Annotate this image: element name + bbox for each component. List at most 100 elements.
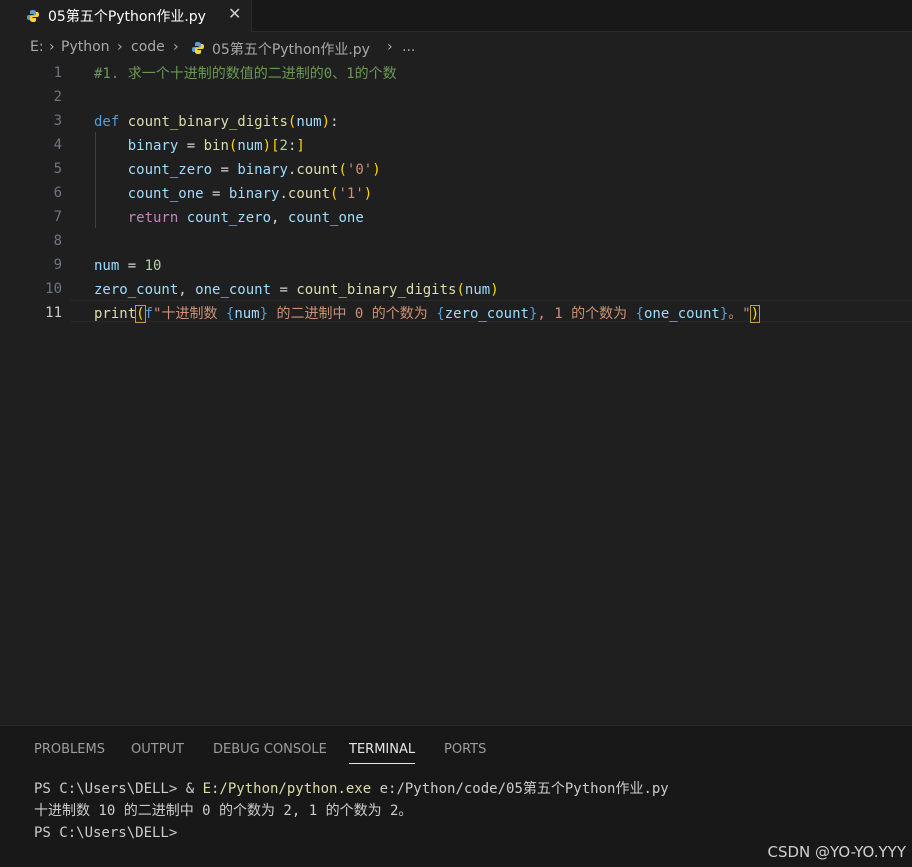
breadcrumb-separator-icon: › (387, 39, 393, 55)
tab-ports[interactable]: PORTS (444, 742, 486, 757)
code-token: ( (338, 162, 347, 178)
code-token: print (94, 306, 137, 322)
code-line[interactable]: 6 count_one = binary.count('1') (0, 182, 912, 206)
python-file-icon (26, 8, 40, 27)
code-token: one_count (643, 306, 720, 322)
code-token: count_binary_digits (296, 282, 457, 298)
code-token: count (287, 186, 331, 202)
code-token: { (635, 306, 644, 322)
line-number: 4 (53, 137, 62, 153)
line-number: 9 (53, 257, 62, 273)
code-token: , (178, 282, 196, 298)
code-token: binary (237, 162, 288, 178)
breadcrumb-separator-icon: › (173, 39, 179, 55)
code-token: = (119, 258, 145, 274)
code-line[interactable]: 4 binary = bin(num)[2:] (0, 134, 912, 158)
bottom-panel: PROBLEMS OUTPUT DEBUG CONSOLE TERMINAL P… (0, 725, 912, 867)
code-token: ( (456, 282, 465, 298)
tab-filename: 05第五个Python作业.py (48, 9, 206, 25)
code-token: ) (372, 162, 381, 178)
breadcrumb-separator-icon: › (117, 39, 123, 55)
breadcrumb-folder-python[interactable]: Python (61, 39, 110, 55)
code-token: num (94, 258, 120, 274)
code-token: count_zero (127, 162, 213, 178)
code-token: 。" (728, 306, 751, 322)
code-token: ) (749, 305, 761, 323)
code-token: return (127, 210, 179, 226)
code-token: num (237, 138, 263, 154)
line-number: 8 (53, 233, 62, 249)
line-number: 10 (45, 281, 62, 297)
code-token: = (178, 138, 204, 154)
code-token: count_one (127, 186, 204, 202)
code-token: count_zero (186, 210, 272, 226)
code-line[interactable]: 11 print(f"十进制数 {num} 的二进制中 0 的个数为 {zero… (0, 302, 912, 326)
tab-terminal[interactable]: TERMINAL (349, 742, 416, 764)
code-token: def (94, 114, 120, 130)
code-token: count_binary_digits (127, 114, 288, 130)
breadcrumb-drive[interactable]: E: (30, 39, 44, 55)
code-token: , (271, 210, 288, 226)
code-line[interactable]: 3 def count_binary_digits(num): (0, 110, 912, 134)
tab-problems[interactable]: PROBLEMS (34, 742, 105, 757)
code-token: ) (490, 282, 499, 298)
code-token: , 1 的个数为 (537, 306, 636, 322)
code-token: '1' (338, 186, 364, 202)
code-token: : (330, 114, 339, 130)
line-number: 5 (53, 161, 62, 177)
code-token: binary (228, 186, 280, 202)
terminal-prompt: PS C:\Users\DELL> (34, 781, 186, 797)
python-file-icon (191, 41, 205, 59)
code-token: f (144, 306, 154, 322)
code-token: num (464, 282, 491, 298)
code-line[interactable]: 1 #1. 求一个十进制的数值的二进制的0、1的个数 (0, 62, 912, 86)
code-line[interactable]: 5 count_zero = binary.count('0') (0, 158, 912, 182)
code-token: ) (262, 138, 272, 154)
code-token: = (203, 186, 229, 202)
breadcrumb-more[interactable]: ... (402, 39, 415, 55)
code-token: ( (135, 305, 146, 323)
tab-output[interactable]: OUTPUT (131, 742, 184, 757)
line-number: 3 (53, 113, 62, 129)
code-line[interactable]: 10 zero_count, one_count = count_binary_… (0, 278, 912, 302)
line-number: 1 (53, 65, 62, 81)
code-token: ] (296, 138, 305, 154)
code-token: [ (271, 138, 280, 154)
code-token: } (259, 306, 269, 322)
code-token: '0' (346, 162, 373, 178)
code-line[interactable]: 8 (0, 230, 912, 254)
code-token: { (436, 306, 445, 322)
watermark: CSDN @YO-YO.YYY (767, 843, 906, 861)
line-number: 7 (53, 209, 62, 225)
code-token: binary (127, 138, 179, 154)
code-token: count_one (287, 210, 364, 226)
code-token: = (212, 162, 238, 178)
file-tab[interactable]: 05第五个Python作业.py ✕ (0, 0, 252, 32)
code-token: . (279, 186, 288, 202)
code-line[interactable]: 2 (0, 86, 912, 110)
code-comment: #1. 求一个十进制的数值的二进制的0、1的个数 (94, 66, 397, 82)
code-token: zero_count (94, 282, 179, 298)
breadcrumb-folder-code[interactable]: code (131, 39, 165, 55)
terminal-program-output: 十进制数 10 的二进制中 0 的个数为 2, 1 的个数为 2。 (34, 803, 413, 819)
code-token: count (296, 162, 339, 178)
code-token: bin (203, 138, 229, 154)
line-number: 6 (53, 185, 62, 201)
code-line[interactable]: 9 num = 10 (0, 254, 912, 278)
close-icon[interactable]: ✕ (228, 4, 241, 23)
breadcrumb-file[interactable]: 05第五个Python作业.py (212, 39, 370, 59)
code-token: ) (363, 186, 373, 202)
tab-debug-console[interactable]: DEBUG CONSOLE (213, 742, 327, 757)
code-editor[interactable]: 1 #1. 求一个十进制的数值的二进制的0、1的个数 2 3 def count… (0, 62, 912, 724)
code-token: 2 (279, 138, 288, 154)
code-token: = (271, 282, 297, 298)
code-token: 的二进制中 0 的个数为 (268, 306, 437, 322)
breadcrumb-separator-icon: › (49, 39, 55, 55)
line-number: 11 (45, 305, 62, 321)
terminal-output[interactable]: PS C:\Users\DELL> & E:/Python/python.exe… (34, 778, 669, 844)
code-token: ) (321, 114, 331, 130)
code-token: "十进制数 (153, 306, 226, 322)
code-token: zero_count (444, 306, 529, 322)
code-line[interactable]: 7 return count_zero, count_one (0, 206, 912, 230)
terminal-prompt: PS C:\Users\DELL> (34, 825, 186, 841)
